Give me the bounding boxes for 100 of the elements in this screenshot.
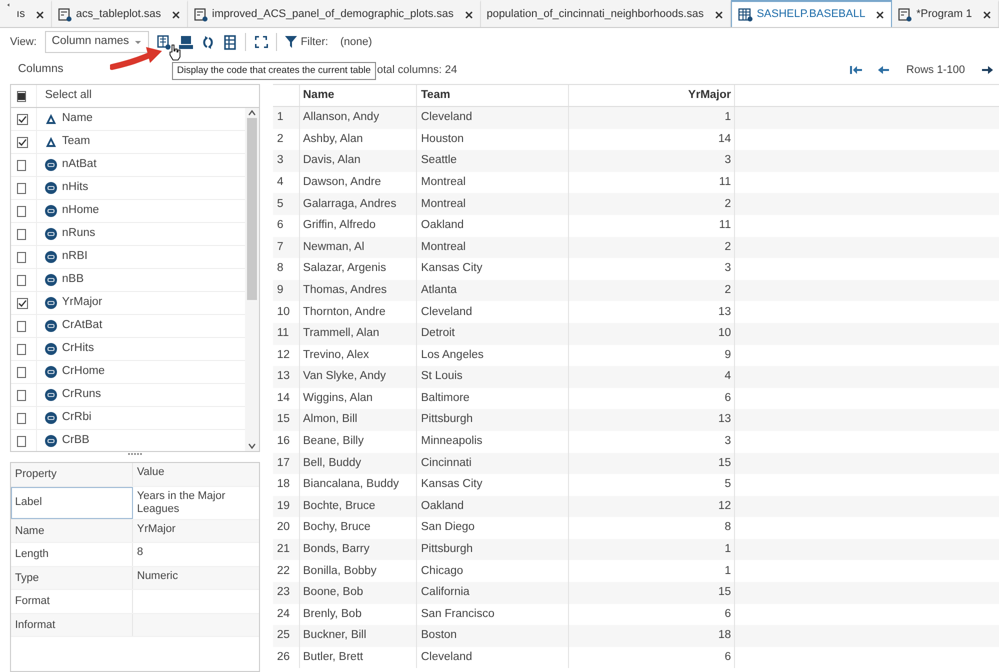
expand-icon[interactable] (254, 35, 268, 49)
number-icon (45, 274, 57, 286)
column-header: Property (11, 463, 133, 486)
column-name[interactable]: nRBI (62, 248, 88, 266)
program-file-icon (194, 7, 208, 22)
tab[interactable]: population_of_cincinnati_neighborhoods.sas (480, 0, 731, 27)
checkbox[interactable] (17, 136, 28, 148)
property-cell[interactable]: Type (11, 566, 133, 590)
table-cell: 1 (569, 107, 735, 129)
scroll-up-icon[interactable] (248, 108, 256, 118)
table-cell: Buckner, Bill (300, 625, 417, 647)
filter-value: (none) (340, 34, 372, 50)
table-cell: St Louis (417, 366, 569, 388)
tab[interactable]: SASHELP.BASEBALL (730, 0, 892, 27)
caret-icon (134, 39, 142, 45)
close-icon[interactable] (35, 10, 46, 20)
table-cell: 4 (569, 366, 735, 388)
column-name[interactable]: nRuns (62, 225, 96, 243)
checkbox[interactable] (17, 390, 26, 400)
row-number: 17 (273, 452, 300, 474)
property-cell[interactable]: Label (11, 486, 133, 519)
select-all-label[interactable]: Select all (45, 87, 92, 105)
splitter-handle[interactable] (127, 452, 143, 456)
column-name[interactable]: YrMajor (62, 294, 102, 312)
select-all-checkbox[interactable] (17, 90, 26, 102)
column-name[interactable]: nBB (62, 271, 84, 289)
previous-page-icon[interactable] (878, 65, 890, 75)
number-icon (45, 182, 57, 194)
property-cell[interactable]: Format (11, 590, 133, 613)
table-cell: 15 (569, 452, 735, 474)
close-icon[interactable] (875, 10, 886, 20)
table-cell: Detroit (417, 322, 569, 345)
column-name[interactable]: CrRbi (62, 409, 92, 427)
column-name[interactable]: CrHits (62, 340, 94, 358)
filter-label: Filter: (300, 34, 328, 50)
row-number: 13 (273, 366, 300, 388)
tab-label: *Program 1 (916, 7, 972, 22)
checkbox[interactable] (17, 366, 26, 378)
code-table-icon[interactable] (156, 34, 171, 50)
column-name[interactable]: CrBB (62, 432, 90, 450)
table-cell: 6 (569, 646, 735, 668)
checkbox[interactable] (17, 114, 28, 124)
column-name[interactable]: Team (62, 133, 90, 151)
rows-range: Rows 1-100 (906, 62, 965, 78)
scroll-down-icon[interactable] (248, 441, 256, 451)
column-header[interactable]: Name (300, 85, 417, 106)
checkbox[interactable] (17, 206, 26, 216)
checkbox[interactable] (17, 228, 26, 240)
close-icon[interactable] (982, 10, 992, 20)
row-number: 7 (273, 236, 300, 258)
table-cell: Almon, Bill (300, 409, 417, 431)
table-cell: Boone, Bob (300, 582, 417, 604)
panel-title: Columns (18, 62, 64, 78)
property-cell[interactable]: Name (11, 520, 133, 542)
close-icon[interactable] (714, 10, 724, 20)
table-view-icon[interactable] (222, 34, 237, 50)
refresh-icon[interactable] (200, 34, 215, 50)
view-dropdown[interactable]: Column names (44, 31, 149, 53)
row-number: 23 (273, 582, 300, 604)
close-icon[interactable] (171, 10, 182, 20)
table-cell: Pittsburgh (417, 538, 569, 560)
scrollbar[interactable] (245, 108, 259, 451)
column-name[interactable]: CrAtBat (62, 317, 102, 335)
close-icon[interactable] (464, 10, 474, 20)
computer-icon[interactable] (178, 34, 193, 50)
checkbox[interactable] (17, 252, 26, 262)
table-cell: 12 (569, 496, 735, 518)
value-cell: Years in the Major Leagues (137, 490, 226, 515)
column-name[interactable]: nHome (62, 202, 100, 220)
table-cell: 10 (569, 322, 735, 345)
number-icon (45, 251, 57, 263)
checkbox[interactable] (17, 274, 26, 286)
checkbox[interactable] (17, 298, 28, 308)
column-header: Value (136, 465, 166, 480)
row-number: 11 (273, 322, 300, 345)
table-cell: Galarraga, Andres (300, 193, 417, 215)
checkbox[interactable] (17, 182, 26, 194)
value-cell: Numeric (137, 570, 178, 582)
table-cell: Pittsburgh (417, 409, 569, 431)
checkbox[interactable] (17, 344, 26, 354)
next-page-icon[interactable] (981, 65, 993, 75)
property-cell[interactable]: Length (11, 543, 133, 566)
first-page-icon[interactable] (850, 65, 862, 75)
column-name[interactable]: nAtBat (62, 156, 97, 174)
row-number: 21 (273, 538, 300, 560)
column-name[interactable]: CrRuns (62, 386, 101, 404)
column-header[interactable]: Team (417, 85, 569, 106)
column-name[interactable]: Name (62, 110, 93, 128)
checkbox[interactable] (17, 436, 26, 446)
row-number: 15 (273, 409, 300, 431)
tab-label: ıs (16, 7, 26, 22)
column-name[interactable]: nHits (62, 179, 88, 197)
column-name[interactable]: CrHome (62, 363, 105, 381)
checkbox[interactable] (17, 412, 26, 424)
table-cell: Newman, Al (300, 236, 417, 258)
checkbox[interactable] (17, 160, 26, 170)
table-cell: Allanson, Andy (300, 107, 417, 129)
triangle-icon (45, 136, 57, 148)
checkbox[interactable] (17, 320, 26, 332)
column-header[interactable]: YrMajor (569, 85, 735, 106)
